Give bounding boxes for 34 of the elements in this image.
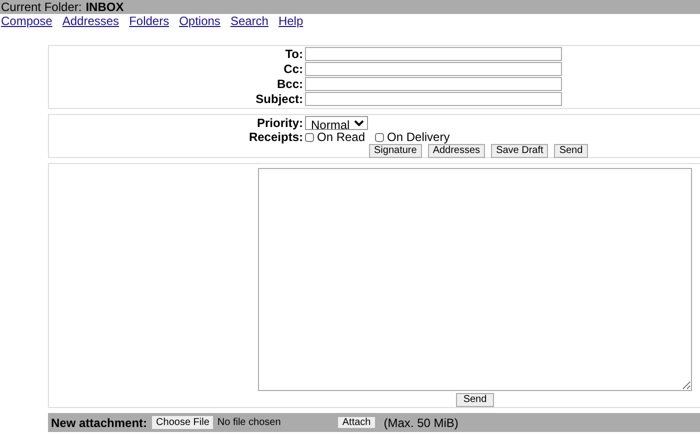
- folder-label: Current Folder:: [1, 1, 82, 13]
- action-button[interactable]: Signature: [369, 144, 422, 158]
- menu-link[interactable]: Folders: [129, 15, 170, 27]
- field-label: Receipts:: [248, 130, 304, 146]
- priority-select[interactable]: Normal: [305, 116, 368, 130]
- header-input-field[interactable]: [305, 62, 562, 76]
- attach-button[interactable]: Attach: [337, 416, 376, 429]
- checkbox-label: On Read: [317, 129, 366, 146]
- message-body-field[interactable]: [258, 168, 692, 391]
- receipt-checkbox[interactable]: [375, 132, 384, 142]
- field-label: Cc:: [282, 63, 304, 75]
- attachment-label: New attachment:: [51, 414, 148, 432]
- choose-file-button[interactable]: Choose File: [152, 416, 214, 429]
- size-limit: (Max. 50 MiB): [384, 414, 458, 432]
- header-input-field[interactable]: [305, 77, 562, 91]
- action-button[interactable]: Save Draft: [491, 144, 548, 158]
- menu-link[interactable]: Help: [278, 15, 304, 27]
- field-label: To:: [284, 48, 304, 60]
- menu-link[interactable]: Compose: [1, 15, 52, 27]
- folder-name: INBOX: [86, 1, 124, 13]
- field-label: Bcc:: [276, 78, 304, 90]
- receipt-checkbox[interactable]: [305, 132, 314, 142]
- action-button[interactable]: Addresses: [428, 144, 486, 158]
- header-input-field[interactable]: [305, 47, 562, 61]
- menu-link[interactable]: Search: [230, 15, 268, 27]
- header-input-field[interactable]: [305, 92, 562, 106]
- action-button[interactable]: Send: [554, 144, 588, 158]
- file-status: No file chosen: [217, 416, 282, 430]
- checkbox-label: On Delivery: [387, 129, 450, 146]
- menu-link[interactable]: Addresses: [62, 15, 120, 27]
- field-label: Priority:: [256, 115, 304, 132]
- send-button[interactable]: Send: [456, 393, 494, 407]
- menu-link[interactable]: Options: [179, 15, 220, 27]
- field-label: Subject:: [254, 93, 304, 105]
